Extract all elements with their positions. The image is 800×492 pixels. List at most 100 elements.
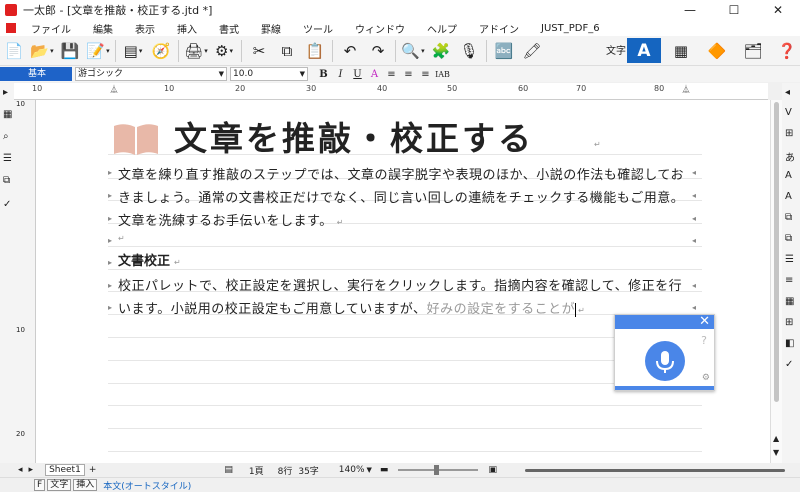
shape-icon[interactable]: 🔶 — [706, 40, 728, 62]
search-icon[interactable]: 🔍 ▾ — [401, 40, 424, 62]
new-document-icon[interactable]: 📄 — [3, 40, 25, 62]
page-layout-icon[interactable]: ▤ ▾ — [122, 40, 144, 62]
close-icon[interactable]: ✕ — [699, 314, 710, 329]
document-system-icon[interactable] — [6, 23, 16, 33]
sheet-prev-icon[interactable]: ◂ — [18, 465, 23, 475]
table-icon[interactable]: ▦ — [670, 40, 692, 62]
proofread-icon[interactable]: ⊞ — [785, 128, 793, 139]
scroll-up-icon[interactable]: ▲ — [773, 434, 779, 443]
menu-just-pdf[interactable]: JUST_PDF_6 — [530, 23, 611, 34]
puzzle-icon[interactable]: 🧩 — [430, 40, 452, 62]
menu-addin[interactable]: アドイン — [468, 21, 530, 36]
edit-document-icon[interactable]: 📝 ▾ — [86, 40, 109, 62]
bold-button[interactable]: B — [316, 69, 331, 80]
zoom-out-icon[interactable]: ▬ — [380, 465, 389, 475]
minimize-button[interactable]: — — [668, 0, 712, 20]
proofread-icon[interactable]: 🔤 — [493, 40, 515, 62]
grid-icon[interactable]: ⊞ — [785, 317, 793, 328]
menu-window[interactable]: ウィンドウ — [344, 21, 416, 36]
cut-icon[interactable]: ✂ — [248, 40, 270, 62]
copy-format-icon[interactable]: ⧉ — [785, 233, 792, 244]
ruler-indent-marker-icon[interactable]: ⏅ — [682, 84, 690, 95]
menu-tools[interactable]: ツール — [292, 21, 344, 36]
menu-format[interactable]: 書式 — [208, 21, 250, 36]
help-icon[interactable]: ? — [701, 334, 707, 347]
paste-icon[interactable]: 📋 — [304, 40, 326, 62]
zoom-select[interactable]: 140% — [339, 465, 365, 475]
horizontal-scrollbar[interactable] — [524, 468, 785, 472]
menu-edit[interactable]: 編集 — [82, 21, 124, 36]
add-sheet-icon[interactable]: + — [89, 465, 97, 475]
outline-icon[interactable]: ☰ — [3, 153, 12, 164]
expand-arrow-icon[interactable]: ▸ — [3, 87, 8, 98]
open-folder-icon[interactable]: 📂 ▾ — [30, 40, 53, 62]
chevron-down-icon: ▼ — [218, 70, 224, 78]
horizontal-ruler[interactable]: 10 ⏅ 10 20 30 40 50 60 70 80 ⏅ — [14, 83, 768, 100]
vertical-ruler[interactable]: 10 10 20 — [14, 100, 36, 463]
menu-help[interactable]: ヘルプ — [416, 21, 468, 36]
thumbnail-icon[interactable]: ▦ — [3, 109, 12, 120]
char-size-icon[interactable]: A — [785, 191, 792, 202]
microphone-icon[interactable]: 🎙 — [458, 40, 480, 62]
maximize-button[interactable]: ☐ — [712, 0, 756, 20]
font-select[interactable]: 游ゴシック ▼ — [75, 67, 227, 81]
frame-icon[interactable]: ⧉ — [785, 212, 792, 223]
scroll-down-icon[interactable]: ▼ — [773, 448, 779, 457]
sheet-next-icon[interactable]: ▸ — [29, 465, 34, 475]
list-icon[interactable]: ≡ — [785, 275, 793, 286]
toolbar-separator — [395, 39, 396, 62]
size-select[interactable]: 10.0 ▼ — [230, 67, 308, 81]
copy-icon[interactable]: ⧉ — [276, 40, 298, 62]
italic-button[interactable]: I — [333, 69, 348, 80]
underline-button[interactable]: U — [350, 69, 365, 80]
chevron-down-icon[interactable]: ▼ — [367, 466, 372, 474]
zoom-slider[interactable] — [398, 465, 479, 475]
menu-insert[interactable]: 挿入 — [166, 21, 208, 36]
italic-style-icon[interactable]: A — [785, 170, 792, 181]
close-button[interactable]: ✕ — [756, 0, 800, 20]
ruby-icon[interactable]: V — [785, 107, 792, 118]
moji-mode-indicator[interactable]: 文字 — [47, 479, 72, 491]
help-icon[interactable]: ❓ — [776, 40, 798, 62]
menu-ruled-line[interactable]: 罫線 — [250, 21, 292, 36]
jump-icon[interactable]: 🧭 — [150, 40, 172, 62]
style-select[interactable]: 基本 — [0, 67, 72, 81]
sheet-tab[interactable]: Sheet1 — [45, 464, 85, 476]
align-left-icon[interactable]: ≡ — [384, 69, 399, 80]
copy-icon[interactable]: ⧉ — [3, 175, 10, 186]
table-icon[interactable]: ▦ — [785, 296, 794, 307]
layout-icon[interactable]: 🗂 — [742, 40, 764, 62]
vertical-scrollbar[interactable]: ▲ ▼ — [770, 100, 782, 463]
menu-file[interactable]: ファイル — [20, 21, 82, 36]
kana-icon[interactable]: あ — [785, 149, 795, 164]
save-icon[interactable]: 💾 — [59, 40, 81, 62]
zoom-in-icon[interactable]: ▣ — [488, 465, 497, 475]
align-right-icon[interactable]: ≡ — [418, 69, 433, 80]
text-mode-button[interactable]: A — [627, 38, 661, 63]
tab-button[interactable]: IAB — [435, 70, 450, 79]
collapse-arrow-icon[interactable]: ◂ — [785, 87, 790, 98]
search-icon[interactable]: ⌕ — [3, 131, 9, 142]
align-center-icon[interactable]: ≡ — [401, 69, 416, 80]
paragraph-icon[interactable]: ☰ — [785, 254, 794, 265]
font-color-button[interactable]: A — [367, 69, 382, 80]
ruler-indent-marker-icon[interactable]: ⏅ — [110, 84, 118, 95]
zoom-slider-thumb[interactable] — [434, 465, 440, 475]
marker-icon[interactable]: 🖍 — [521, 40, 543, 62]
scrollbar-thumb[interactable] — [774, 102, 779, 402]
undo-icon[interactable]: ↶ — [339, 40, 361, 62]
print-icon[interactable]: 🖨 ▾ — [184, 40, 208, 62]
redo-icon[interactable]: ↷ — [367, 40, 389, 62]
settings-gear-icon[interactable]: ⚙ ▾ — [213, 40, 235, 62]
document-page[interactable]: 文章を推敲・校正する ↵ ▸ 文章を練り直す推敲のステップでは、文章の誤字脱字や… — [36, 100, 770, 463]
paragraph-style-indicator[interactable]: 本文(オートスタイル) — [103, 479, 191, 492]
check-icon[interactable]: ✓ — [3, 199, 11, 210]
microphone-button[interactable] — [645, 341, 685, 381]
check-icon[interactable]: ✓ — [785, 359, 793, 370]
layout-icon[interactable]: ◧ — [785, 338, 794, 349]
menu-view[interactable]: 表示 — [124, 21, 166, 36]
gear-icon[interactable]: ⚙ — [702, 373, 710, 383]
insert-mode-indicator[interactable]: 挿入 — [73, 479, 98, 491]
page-view-icon[interactable]: ▤ — [224, 465, 233, 475]
f-mode-indicator[interactable]: F — [34, 479, 46, 491]
